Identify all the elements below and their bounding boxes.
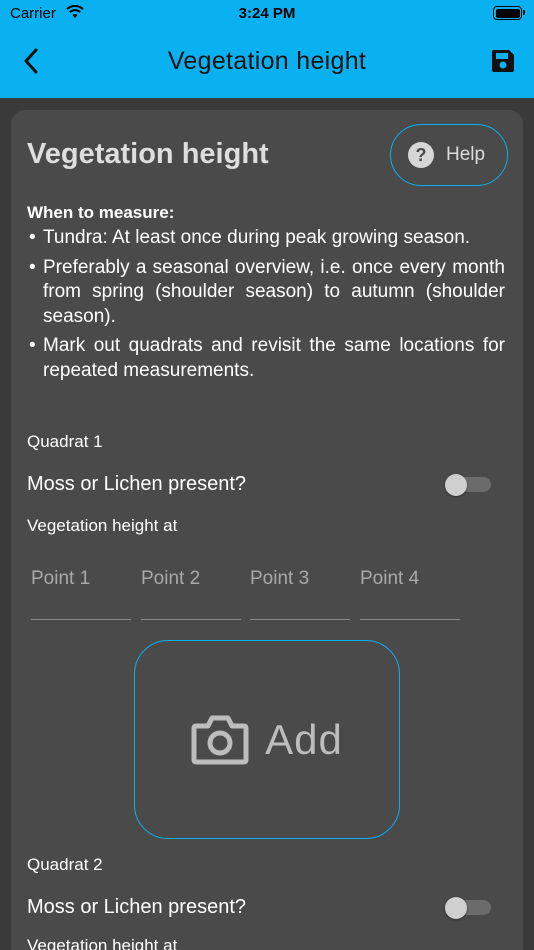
- add-photo-button[interactable]: Add: [134, 640, 400, 839]
- list-item: • Preferably a seasonal overview, i.e. on…: [29, 256, 505, 327]
- quadrat-1-moss-label: Moss or Lichen present?: [27, 473, 247, 495]
- when-to-measure-heading: When to measure:: [27, 203, 175, 222]
- quadrat-2-height-label: Vegetation height at: [27, 936, 178, 950]
- add-label: Add: [265, 715, 343, 763]
- help-icon: ?: [408, 142, 434, 168]
- quadrat-2-label: Quadrat 2: [27, 855, 103, 874]
- quadrat-1-moss-toggle[interactable]: [445, 474, 491, 496]
- quadrat-1-height-label: Vegetation height at: [27, 516, 178, 535]
- status-time: 3:24 PM: [238, 5, 296, 22]
- help-button[interactable]: ? Help: [390, 124, 508, 186]
- camera-icon: [191, 715, 249, 764]
- status-bar: Carrier 3:24 PM: [0, 0, 534, 28]
- help-label: Help: [446, 144, 486, 165]
- quadrat-2-moss-toggle[interactable]: [445, 897, 491, 919]
- point-2-input[interactable]: Point 2: [141, 560, 241, 620]
- point-4-input[interactable]: Point 4: [360, 560, 460, 620]
- save-icon: [492, 50, 514, 72]
- list-item: • Mark out quadrats and revisit the same …: [29, 335, 505, 381]
- save-button[interactable]: [488, 46, 518, 76]
- instruction-list: • Tundra: At least once during peak growi…: [27, 226, 505, 388]
- point-inputs: Point 1 Point 2 Point 3 Point 4: [31, 560, 471, 620]
- vegetation-height-card: Vegetation height ? Help When to measure…: [11, 110, 523, 950]
- quadrat-2-moss-label: Moss or Lichen present?: [27, 896, 247, 918]
- quadrat-1-label: Quadrat 1: [27, 432, 103, 451]
- list-item: • Tundra: At least once during peak growi…: [29, 227, 471, 248]
- battery-icon: [493, 6, 525, 20]
- app-bar: Carrier 3:24 PM Vegetation height: [0, 0, 534, 98]
- point-1-input[interactable]: Point 1: [31, 560, 131, 620]
- page-title: Vegetation height: [167, 47, 367, 75]
- point-3-input[interactable]: Point 3: [250, 560, 350, 620]
- card-title: Vegetation height: [27, 138, 269, 170]
